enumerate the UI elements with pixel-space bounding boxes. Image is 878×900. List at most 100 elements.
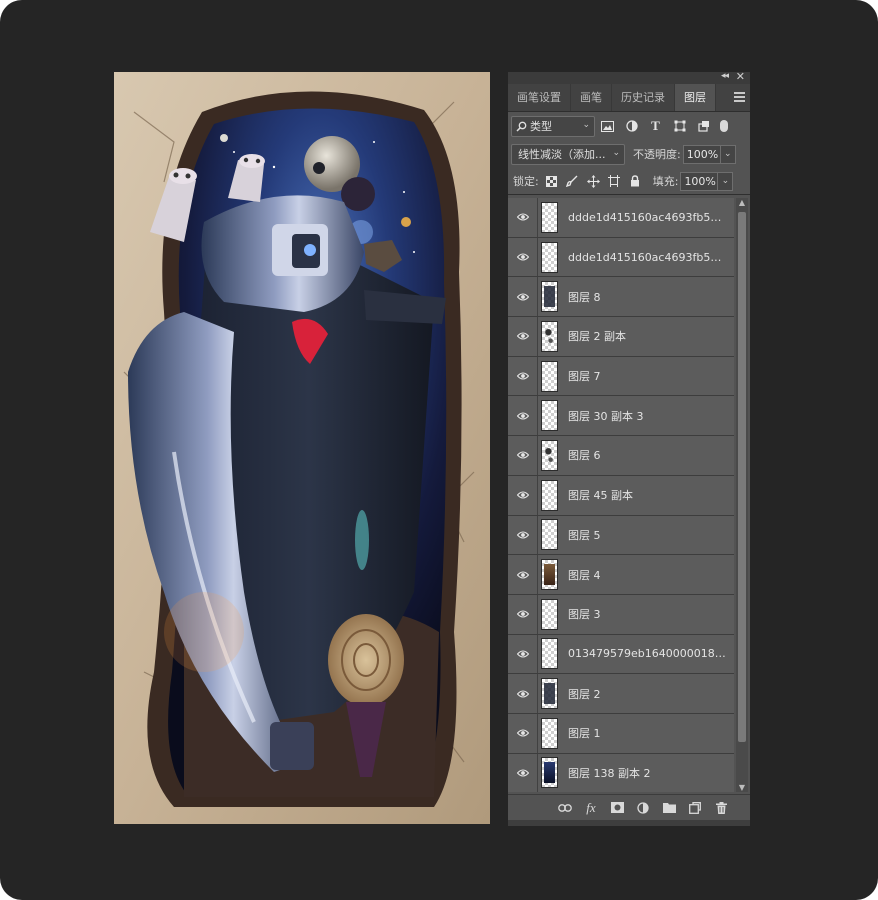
link-layers-icon[interactable] (552, 798, 578, 818)
layer-row[interactable]: 图层 30 副本 3 (508, 396, 734, 437)
panel-resize-edge[interactable] (508, 820, 750, 826)
fill-dropdown-icon[interactable]: ⌄ (718, 171, 734, 191)
layer-row[interactable]: 图层 2 副本 (508, 317, 734, 357)
layer-row[interactable]: 013479579eb1640000018c1b... (508, 634, 734, 675)
layer-name: 图层 45 副本 (568, 489, 633, 503)
layer-row[interactable]: 图层 8 (508, 277, 734, 318)
panel-menu-icon[interactable] (734, 92, 745, 102)
layer-row[interactable]: 图层 45 副本 (508, 475, 734, 516)
scrollbar-thumb[interactable] (738, 212, 746, 742)
opacity-input[interactable]: 100% (682, 144, 721, 164)
layer-row[interactable]: 图层 138 副本 2 (508, 753, 734, 792)
layer-row[interactable]: 图层 1 (508, 713, 734, 754)
layers-bottom-toolbar: fx (508, 794, 750, 820)
visibility-eye-icon[interactable] (508, 594, 538, 634)
layer-row[interactable]: ddde1d415160ac4693fb57d3... (508, 237, 734, 278)
lock-all-icon[interactable] (625, 172, 646, 191)
layer-thumbnail[interactable] (541, 757, 558, 789)
new-layer-icon[interactable] (682, 798, 708, 818)
lock-label: 锁定: (513, 175, 539, 188)
layer-style-fx-icon[interactable]: fx (578, 798, 604, 818)
filter-type-icon[interactable]: T (644, 116, 667, 137)
layer-name: 图层 8 (568, 290, 601, 304)
layer-filter-label: 类型 (530, 120, 552, 133)
layer-thumbnail[interactable] (541, 559, 558, 591)
tab-brush-settings[interactable]: 画笔设置 (508, 84, 571, 111)
lock-artboard-icon[interactable] (604, 172, 625, 191)
layer-thumbnail[interactable] (541, 320, 558, 352)
layer-thumbnail[interactable] (541, 439, 558, 471)
visibility-eye-icon[interactable] (508, 753, 538, 792)
delete-layer-trash-icon[interactable] (708, 798, 734, 818)
layer-thumbnail[interactable] (541, 479, 558, 511)
visibility-eye-icon[interactable] (508, 277, 538, 317)
layer-row[interactable]: 图层 2 (508, 674, 734, 714)
visibility-eye-icon[interactable] (508, 555, 538, 594)
filter-pixel-icon[interactable] (596, 116, 619, 137)
new-group-folder-icon[interactable] (656, 798, 682, 818)
layer-thumbnail[interactable] (541, 400, 558, 432)
opacity-label: 不透明度: (633, 148, 681, 161)
tab-brush[interactable]: 画笔 (571, 84, 612, 111)
visibility-eye-icon[interactable] (508, 475, 538, 515)
lock-position-icon[interactable] (583, 172, 604, 191)
blend-mode-select[interactable]: 线性减淡（添加... ⌄ (511, 143, 625, 165)
scroll-down-icon[interactable]: ▼ (736, 783, 748, 792)
visibility-eye-icon[interactable] (508, 356, 538, 396)
filter-smart-object-icon[interactable] (692, 116, 715, 137)
layer-name: 图层 7 (568, 370, 601, 384)
layer-thumbnail[interactable] (541, 638, 558, 670)
layer-thumbnail[interactable] (541, 241, 558, 273)
layer-row[interactable]: 图层 4 (508, 555, 734, 595)
visibility-eye-icon[interactable] (508, 396, 538, 436)
filter-adjustment-icon[interactable] (620, 116, 643, 137)
close-panel-icon[interactable]: ✕ (736, 70, 745, 83)
scroll-up-icon[interactable]: ▲ (736, 198, 748, 207)
layer-list-scrollbar[interactable]: ▲ ▼ (736, 198, 748, 792)
layer-row[interactable]: 图层 6 (508, 436, 734, 476)
layer-thumbnail[interactable] (541, 678, 558, 710)
layers-panel: ◂◂ ✕ 画笔设置 画笔 历史记录 图层 类型 ⌄ T 线性减淡（添加... ⌄… (508, 70, 750, 826)
tab-layers[interactable]: 图层 (675, 84, 716, 111)
visibility-eye-icon[interactable] (508, 436, 538, 475)
visibility-eye-icon[interactable] (508, 198, 538, 237)
layer-thumbnail[interactable] (541, 598, 558, 630)
blend-row: 线性减淡（添加... ⌄ 不透明度: 100% ⌄ (508, 140, 750, 168)
visibility-eye-icon[interactable] (508, 317, 538, 356)
layer-name: ddde1d415160ac4693fb57d3... (568, 250, 728, 264)
lock-image-pixels-icon[interactable] (562, 172, 583, 191)
layer-row[interactable]: 图层 3 (508, 594, 734, 635)
visibility-eye-icon[interactable] (508, 674, 538, 713)
artwork-image (114, 72, 490, 824)
layer-thumbnail[interactable] (541, 360, 558, 392)
panel-title-bar: ◂◂ ✕ (508, 70, 750, 84)
layer-row[interactable]: 图层 5 (508, 515, 734, 556)
lock-transparent-pixels-icon[interactable] (541, 172, 562, 191)
chevron-down-icon: ⌄ (582, 119, 590, 130)
layer-thumbnail[interactable] (541, 201, 558, 233)
fill-input[interactable]: 100% (680, 171, 719, 191)
visibility-eye-icon[interactable] (508, 237, 538, 277)
layer-name: 图层 6 (568, 449, 601, 463)
collapse-panel-icon[interactable]: ◂◂ (721, 71, 729, 81)
layer-thumbnail[interactable] (541, 519, 558, 551)
filter-shape-icon[interactable] (668, 116, 691, 137)
filter-toggle-switch[interactable] (720, 120, 728, 132)
visibility-eye-icon[interactable] (508, 634, 538, 674)
layer-name: 013479579eb1640000018c1b... (568, 647, 728, 661)
opacity-dropdown-icon[interactable]: ⌄ (720, 144, 736, 164)
layer-row[interactable]: 图层 7 (508, 356, 734, 397)
visibility-eye-icon[interactable] (508, 713, 538, 753)
layer-row[interactable]: ddde1d415160ac4693fb57d3... (508, 198, 734, 238)
canvas-artwork[interactable] (114, 72, 490, 824)
tab-history[interactable]: 历史记录 (612, 84, 675, 111)
layer-thumbnail[interactable] (541, 281, 558, 313)
visibility-eye-icon[interactable] (508, 515, 538, 555)
layer-name: 图层 3 (568, 608, 601, 622)
layer-name: 图层 30 副本 3 (568, 409, 644, 423)
layer-name: ddde1d415160ac4693fb57d3... (568, 210, 728, 224)
layer-thumbnail[interactable] (541, 717, 558, 749)
add-mask-icon[interactable] (604, 798, 630, 818)
layer-filter-select[interactable]: 类型 ⌄ (511, 115, 595, 137)
new-adjustment-layer-icon[interactable] (630, 798, 656, 818)
